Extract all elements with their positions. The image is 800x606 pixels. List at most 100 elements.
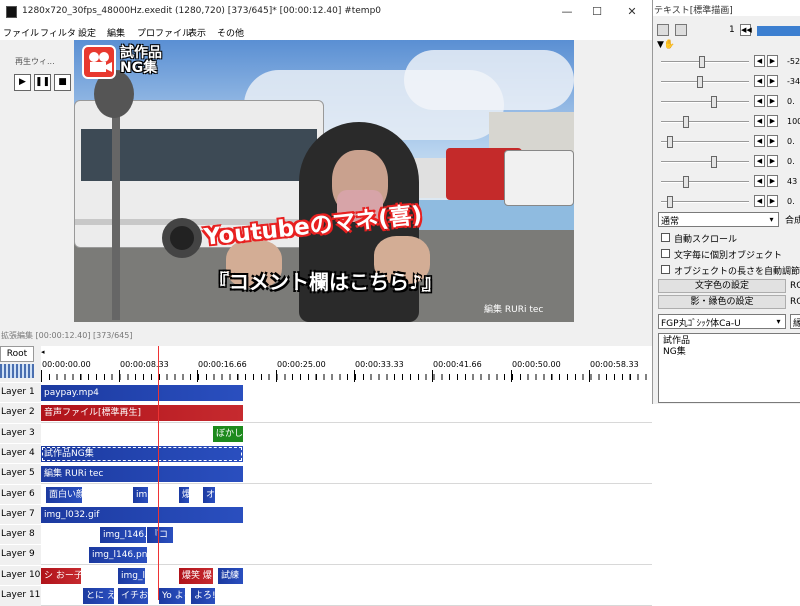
decrement-button[interactable]: ◀	[754, 115, 765, 127]
timeline-clip[interactable]: ぼかし	[213, 425, 243, 442]
increment-button[interactable]: ▶	[767, 95, 778, 107]
zoom-indicator[interactable]	[0, 364, 34, 378]
param-slider-track[interactable]	[661, 181, 749, 183]
layer-label[interactable]: Layer 8	[0, 525, 41, 546]
decrement-button[interactable]: ◀	[754, 175, 765, 187]
text-input[interactable]: 試作品 NG集	[658, 333, 800, 403]
timeline-clip[interactable]: 編集 RURi tec	[41, 466, 243, 483]
menu-filter[interactable]: フィルタ	[40, 26, 76, 39]
param-value[interactable]: 0.	[787, 197, 795, 206]
param-value[interactable]: 100	[787, 117, 800, 126]
layer-label[interactable]: Layer 3	[0, 423, 41, 444]
increment-button[interactable]: ▶	[767, 175, 778, 187]
timeline-clip[interactable]: シ おー子	[41, 567, 81, 584]
decrement-button[interactable]: ◀	[754, 195, 765, 207]
param-slider-thumb[interactable]	[667, 196, 673, 208]
param-value[interactable]: -52	[787, 57, 800, 66]
prev-page-button[interactable]: ◀◀	[740, 24, 752, 36]
shadow-color-button[interactable]: 影・縁色の設定	[658, 295, 786, 309]
layer-label[interactable]: Layer 1	[0, 383, 41, 403]
layer-track[interactable]: img_l146.p『コ	[41, 525, 652, 546]
menu-settings[interactable]: 設定	[78, 26, 96, 39]
layer-track[interactable]: img_l146.png	[41, 545, 652, 566]
timeline-clip[interactable]: img_l146.png	[89, 547, 147, 564]
param-slider-thumb[interactable]	[711, 96, 717, 108]
layer-label[interactable]: Layer 10	[0, 565, 41, 586]
blend-mode-select[interactable]: 通常 ▾	[658, 212, 779, 227]
timeline-clip[interactable]: 『コ	[147, 527, 173, 544]
timeline-clip[interactable]: paypay.mp4	[41, 385, 243, 401]
decrement-button[interactable]: ◀	[754, 155, 765, 167]
layer-label[interactable]: Layer 7	[0, 504, 41, 525]
layer-track[interactable]: ぼかし	[41, 423, 652, 444]
layer-label[interactable]: Layer 4	[0, 443, 41, 464]
timeline-clip[interactable]: img_l	[118, 567, 145, 584]
layer-track[interactable]: 編集 RURi tec	[41, 464, 652, 485]
param-value[interactable]: 43	[787, 177, 797, 186]
timeline-clip[interactable]: 試作品NG集	[41, 445, 243, 462]
timeline-clip[interactable]: 爆	[179, 486, 189, 503]
minimize-button[interactable]: —	[552, 3, 582, 21]
decrement-button[interactable]: ◀	[754, 55, 765, 67]
layer-track[interactable]: 面白い顔 im 爆オ	[41, 484, 652, 505]
text-color-button[interactable]: 文字色の設定	[658, 279, 786, 293]
param-value[interactable]: 0.	[787, 157, 795, 166]
timeline-clip[interactable]: 爆笑 爆	[179, 567, 213, 584]
timeline-clip[interactable]: img_l032.gif	[41, 506, 243, 523]
increment-button[interactable]: ▶	[767, 75, 778, 87]
layer-label[interactable]: Layer 6	[0, 484, 41, 505]
param-value[interactable]: 0.	[787, 137, 795, 146]
increment-button[interactable]: ▶	[767, 55, 778, 67]
param-value[interactable]: 0.	[787, 97, 795, 106]
font-select[interactable]: FGP丸ｺﾞｼｯｸ体Ca-U ▾	[658, 314, 786, 329]
playhead-line[interactable]	[158, 360, 159, 600]
param-slider-thumb[interactable]	[683, 176, 689, 188]
param-slider-track[interactable]	[661, 101, 749, 103]
increment-button[interactable]: ▶	[767, 135, 778, 147]
playhead-marker[interactable]	[158, 346, 159, 360]
per-char-checkbox[interactable]	[661, 249, 670, 258]
menu-file[interactable]: ファイル	[3, 26, 39, 39]
menu-other[interactable]: その他	[217, 26, 244, 39]
param-slider-thumb[interactable]	[699, 56, 705, 68]
layer-track[interactable]: img_l032.gif	[41, 504, 652, 525]
timeline-clip[interactable]: 音声ファイル[標準再生]	[41, 405, 243, 422]
layer-track[interactable]: 音声ファイル[標準再生]	[41, 403, 652, 424]
timeline-clip[interactable]: 面白い顔	[46, 486, 82, 503]
timeline-ruler[interactable]: ◂ 00:00:00.00 00:00:08.33 00:00:16.66 00:00…	[41, 346, 652, 386]
timeline-clip[interactable]: オ	[203, 486, 215, 503]
timeline-clip[interactable]: イチお	[118, 588, 148, 604]
increment-button[interactable]: ▶	[767, 115, 778, 127]
decrement-button[interactable]: ◀	[754, 95, 765, 107]
param-slider-thumb[interactable]	[711, 156, 717, 168]
menu-edit[interactable]: 編集	[107, 26, 125, 39]
layer-track[interactable]: 試作品NG集	[41, 443, 652, 464]
menu-view[interactable]: 表示	[188, 26, 206, 39]
auto-scroll-checkbox[interactable]	[661, 233, 670, 242]
param-slider-thumb[interactable]	[697, 76, 703, 88]
menu-profile[interactable]: プロファイル	[137, 26, 191, 39]
param-slider-track[interactable]	[661, 161, 749, 163]
panel-icon-1[interactable]	[657, 24, 669, 36]
layer-track[interactable]: とに えぇイチお Yo よろよろ!	[41, 586, 652, 606]
maximize-button[interactable]: ☐	[582, 3, 612, 21]
timeline-clip[interactable]: とに えぇ	[83, 588, 114, 604]
timeline-clip[interactable]: img_l146.p	[100, 527, 146, 544]
timeline-clip[interactable]: im	[133, 486, 148, 503]
root-button[interactable]: Root	[0, 346, 34, 362]
layer-track[interactable]: paypay.mp4	[41, 383, 652, 403]
pause-button[interactable]: ❚❚	[34, 74, 51, 91]
param-slider-track[interactable]	[661, 61, 749, 63]
decrement-button[interactable]: ◀	[754, 75, 765, 87]
param-slider-track[interactable]	[661, 201, 749, 203]
close-button[interactable]: ✕	[617, 3, 647, 21]
layer-track[interactable]: シ おー子 img_l 爆笑 爆試練	[41, 565, 652, 586]
timeline-clip[interactable]: Yo よろ	[159, 588, 185, 604]
panel-icon-2[interactable]	[675, 24, 687, 36]
param-slider-track[interactable]	[661, 141, 749, 143]
increment-button[interactable]: ▶	[767, 155, 778, 167]
layer-label[interactable]: Layer 9	[0, 545, 41, 566]
param-slider-thumb[interactable]	[667, 136, 673, 148]
video-preview[interactable]: 試作品 NG集 『コメント欄はこちら♪』 Youtubeのマネ(喜) 編集 RU…	[74, 40, 574, 322]
decrement-button[interactable]: ◀	[754, 135, 765, 147]
